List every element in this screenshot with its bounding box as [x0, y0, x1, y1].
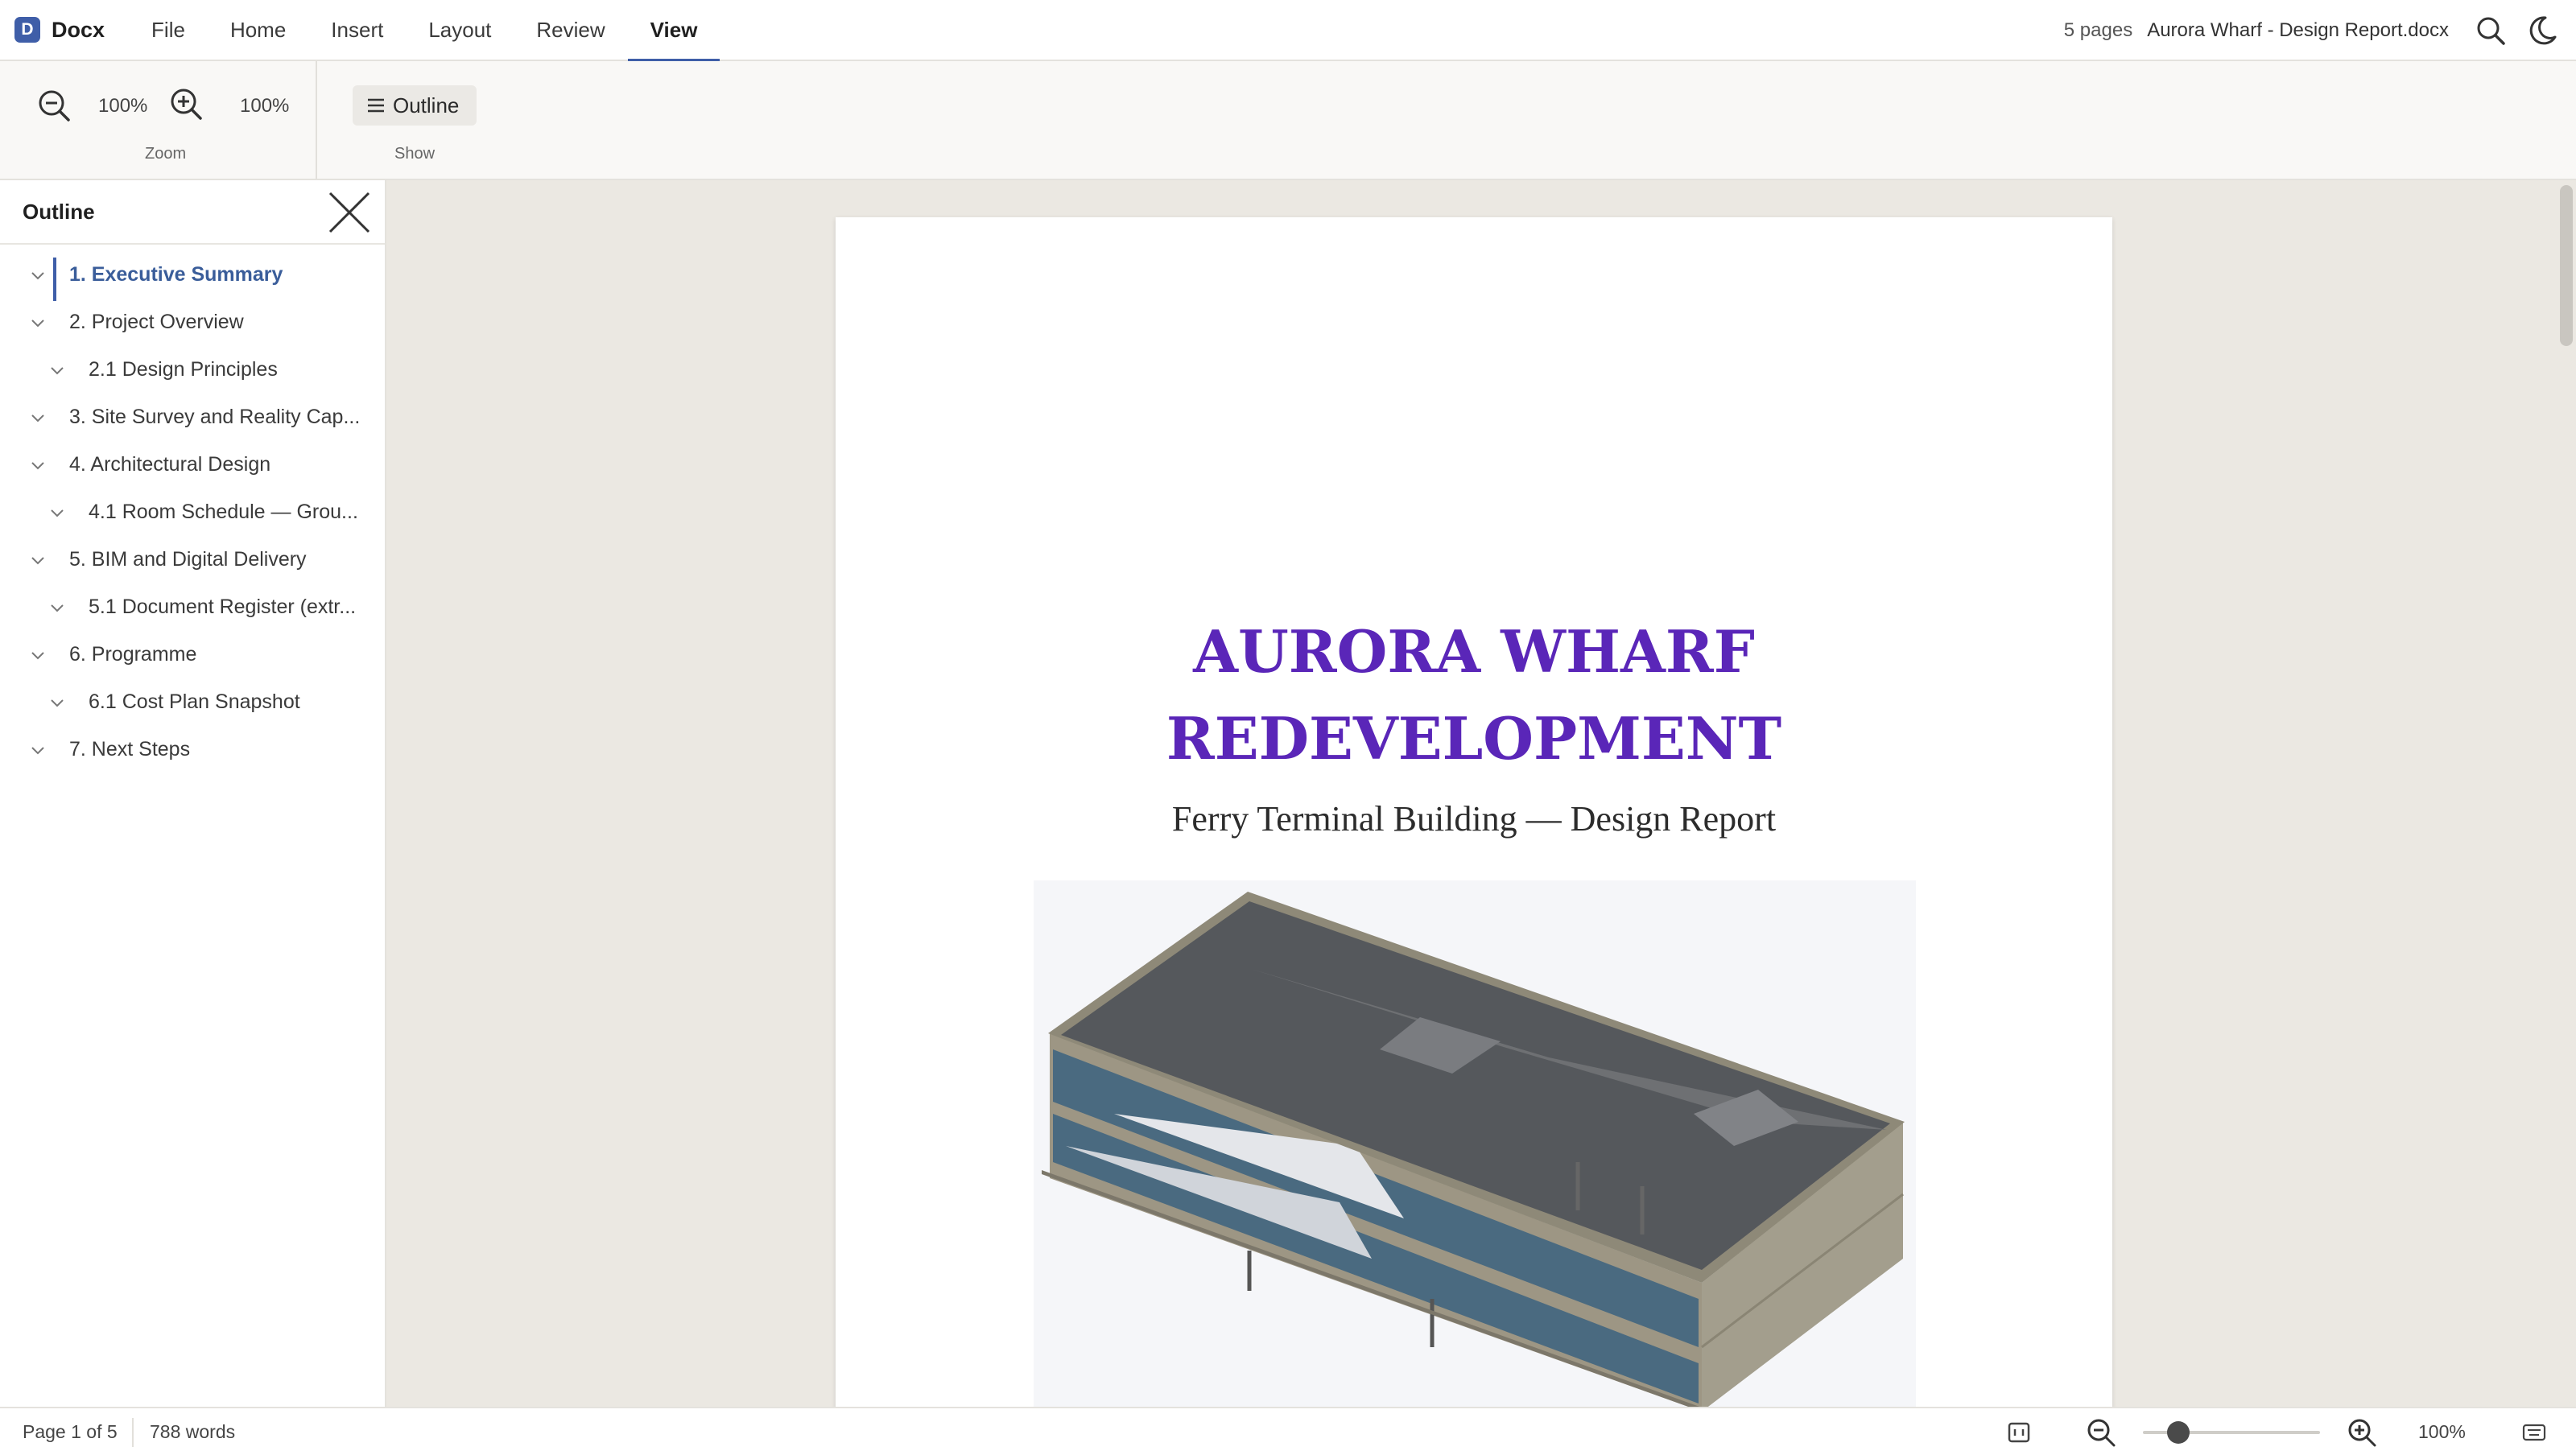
chevron-down-icon[interactable]: [29, 646, 47, 664]
outline-panel-header: Outline: [0, 180, 385, 245]
document-title: AURORA WHARF REDEVELOPMENT: [836, 608, 2112, 782]
zoom-out-value: 100%: [98, 95, 148, 117]
document-canvas[interactable]: AURORA WHARF REDEVELOPMENT Ferry Termina…: [388, 180, 2576, 1407]
outline-item-label: 2.1 Design Principles: [89, 358, 278, 381]
outline-item[interactable]: 2.1 Design Principles: [0, 348, 385, 395]
zoom-slider-thumb[interactable]: [2167, 1421, 2190, 1444]
status-bar: Page 1 of 5 788 words 100%: [0, 1407, 2576, 1455]
status-zoom-in-icon[interactable]: [2346, 1416, 2378, 1449]
chevron-down-icon[interactable]: [29, 314, 47, 332]
zoom-in-icon[interactable]: [164, 82, 208, 126]
word-count: 788 words: [150, 1421, 236, 1442]
status-zoom-value[interactable]: 100%: [2418, 1421, 2466, 1443]
building-render-image: [1034, 880, 1916, 1407]
app-brand: D Docx: [14, 17, 105, 43]
document-title-line-1: AURORA WHARF: [1193, 617, 1755, 686]
chevron-down-icon[interactable]: [48, 504, 66, 521]
ribbon-toolbar: 100% 100% Zoom Outline Show: [0, 61, 2576, 180]
menu-insert[interactable]: Insert: [308, 0, 406, 60]
outline-item[interactable]: 5.1 Document Register (extr...: [0, 585, 385, 633]
outline-item-label: 3. Site Survey and Reality Cap...: [69, 406, 361, 428]
menu-home[interactable]: Home: [208, 0, 308, 60]
zoom-in-value: 100%: [240, 95, 290, 117]
status-zoom-out-icon[interactable]: [2085, 1416, 2117, 1449]
outline-item[interactable]: 4. Architectural Design: [0, 443, 385, 490]
header-right: 5 pages Aurora Wharf - Design Report.doc…: [2064, 0, 2576, 61]
status-divider: [132, 1418, 134, 1447]
outline-item[interactable]: 4.1 Room Schedule — Grou...: [0, 490, 385, 538]
outline-item[interactable]: 7. Next Steps: [0, 728, 385, 775]
outline-item-label: 2. Project Overview: [69, 311, 244, 333]
keyboard-icon[interactable]: [2518, 1416, 2550, 1449]
search-icon[interactable]: [2473, 13, 2508, 48]
chevron-down-icon[interactable]: [29, 266, 47, 284]
chevron-down-icon[interactable]: [29, 741, 47, 759]
outline-toggle-button[interactable]: Outline: [353, 85, 477, 126]
outline-toggle-label: Outline: [393, 93, 460, 117]
page-count: 5 pages: [2063, 19, 2133, 41]
outline-item[interactable]: 1. Executive Summary: [0, 253, 385, 301]
outline-item-label: 1. Executive Summary: [69, 263, 283, 286]
top-menu-bar: D Docx File Home Insert Layout Review Vi…: [0, 0, 2576, 62]
outline-item-label: 6.1 Cost Plan Snapshot: [89, 690, 300, 713]
chevron-down-icon[interactable]: [29, 456, 47, 474]
show-group-label: Show: [394, 145, 436, 163]
ribbon-group-zoom: 100% 100% Zoom: [0, 61, 317, 179]
document-filename: Aurora Wharf - Design Report.docx: [2147, 19, 2449, 41]
building-model-illustration: [1042, 892, 1905, 1407]
menu-file[interactable]: File: [129, 0, 208, 60]
outline-item-label: 4. Architectural Design: [69, 453, 271, 476]
outline-item-label: 6. Programme: [69, 643, 197, 666]
app-logo: D: [14, 17, 40, 43]
dark-mode-moon-icon[interactable]: [2524, 13, 2560, 48]
outline-item-label: 7. Next Steps: [69, 738, 191, 760]
chevron-down-icon[interactable]: [48, 694, 66, 711]
chevron-down-icon[interactable]: [48, 599, 66, 616]
zoom-out-icon[interactable]: [32, 84, 76, 127]
vertical-scrollbar[interactable]: [2560, 185, 2573, 346]
list-icon: [368, 98, 384, 113]
outline-panel-title: Outline: [23, 200, 95, 224]
document-title-line-2: REDEVELOPMENT: [1166, 704, 1782, 773]
page-indicator: Page 1 of 5: [23, 1421, 118, 1442]
document-subtitle: Ferry Terminal Building — Design Report: [1171, 799, 1777, 839]
close-icon[interactable]: [327, 190, 372, 235]
zoom-group-label: Zoom: [145, 145, 187, 163]
outline-item[interactable]: 2. Project Overview: [0, 300, 385, 348]
chevron-down-icon[interactable]: [29, 551, 47, 569]
menu-view[interactable]: View: [627, 0, 720, 62]
outline-panel: Outline 1. Executive Summary 2. Project …: [0, 180, 386, 1407]
outline-item[interactable]: 5. BIM and Digital Delivery: [0, 538, 385, 585]
outline-item[interactable]: 3. Site Survey and Reality Cap...: [0, 395, 385, 443]
outline-tree: 1. Executive Summary 2. Project Overview…: [0, 253, 385, 775]
chevron-down-icon[interactable]: [29, 409, 47, 427]
fit-page-icon[interactable]: [2003, 1416, 2035, 1449]
menu-layout[interactable]: Layout: [406, 0, 514, 60]
outline-item-label: 5. BIM and Digital Delivery: [69, 548, 307, 571]
outline-item[interactable]: 6. Programme: [0, 633, 385, 680]
menu-review[interactable]: Review: [514, 0, 627, 60]
app-name: Docx: [52, 17, 105, 42]
chevron-down-icon[interactable]: [48, 361, 66, 379]
document-page[interactable]: AURORA WHARF REDEVELOPMENT Ferry Termina…: [836, 217, 2112, 1407]
outline-item-label: 4.1 Room Schedule — Grou...: [89, 501, 358, 523]
outline-item-label: 5.1 Document Register (extr...: [89, 596, 357, 618]
main-menu: File Home Insert Layout Review View: [129, 0, 720, 62]
outline-item[interactable]: 6.1 Cost Plan Snapshot: [0, 680, 385, 728]
